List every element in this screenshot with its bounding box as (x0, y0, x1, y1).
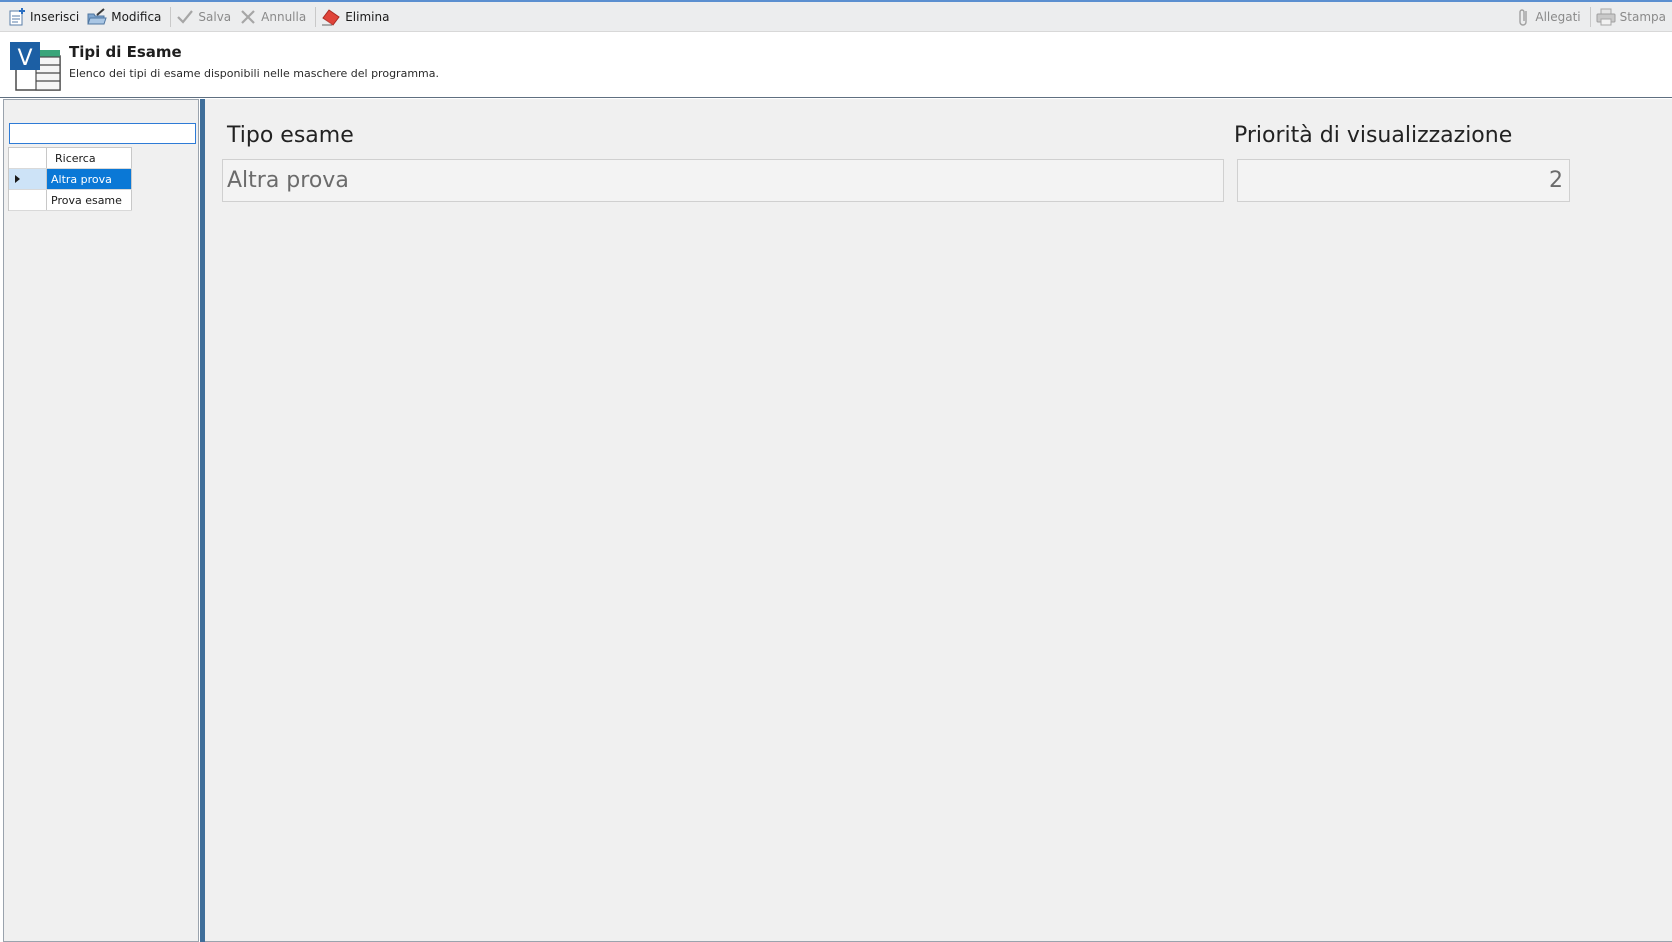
exam-types-logo-icon: V (10, 42, 61, 91)
priority-label: Priorità di visualizzazione (1234, 123, 1513, 148)
attachments-button[interactable]: Allegati (1515, 3, 1586, 31)
eraser-icon (322, 8, 340, 26)
delete-button[interactable]: Elimina (319, 3, 395, 31)
priority-value: 2 (1549, 168, 1563, 193)
print-label: Stampa (1619, 10, 1666, 24)
toolbar-right-group: Allegati Stampa (1515, 2, 1672, 32)
insert-icon (9, 7, 25, 25)
table-cell[interactable]: Altra prova (47, 169, 132, 189)
edit-folder-icon (87, 7, 107, 24)
row-indicator-icon (15, 175, 20, 183)
attachments-label: Allegati (1535, 10, 1581, 24)
page-header: V Tipi di Esame Elenco dei tipi di esame… (0, 32, 1672, 98)
page-subtitle: Elenco dei tipi di esame disponibili nel… (69, 67, 439, 80)
check-icon (177, 9, 194, 24)
table-row[interactable]: Prova esame (9, 190, 132, 211)
left-panel: Ricerca Altra prova Prova esame (3, 99, 199, 942)
search-input[interactable] (9, 123, 196, 144)
toolbar-separator (170, 6, 172, 27)
toolbar: Inserisci Modifica Salva Annulla Elimina… (0, 2, 1672, 32)
detail-form: Tipo esame Altra prova Priorità di visua… (205, 99, 1672, 942)
priority-field[interactable]: 2 (1237, 159, 1570, 202)
edit-label: Modifica (111, 9, 162, 24)
records-grid: Ricerca Altra prova Prova esame (8, 147, 132, 211)
edit-button[interactable]: Modifica (85, 3, 167, 31)
app-window: Inserisci Modifica Salva Annulla Elimina… (0, 0, 1672, 942)
toolbar-separator (1589, 7, 1591, 27)
print-button[interactable]: Stampa (1594, 3, 1672, 31)
insert-label: Inserisci (30, 9, 80, 24)
row-selector[interactable] (9, 190, 47, 210)
table-row[interactable]: Altra prova (9, 169, 132, 190)
paperclip-icon (1519, 9, 1528, 26)
save-button[interactable]: Salva (174, 3, 237, 31)
table-cell[interactable]: Prova esame (47, 190, 132, 210)
toolbar-separator (315, 6, 317, 27)
logo-letter: V (17, 46, 32, 71)
delete-label: Elimina (345, 9, 390, 24)
printer-icon (1596, 8, 1616, 26)
cancel-label: Annulla (261, 9, 307, 24)
cancel-button[interactable]: Annulla (237, 3, 312, 31)
insert-button[interactable]: Inserisci (6, 3, 85, 31)
grid-column-header[interactable]: Ricerca (47, 148, 132, 168)
exam-type-label: Tipo esame (227, 123, 354, 148)
x-icon (241, 9, 255, 24)
page-title: Tipi di Esame (69, 43, 182, 61)
grid-header-selector (9, 148, 47, 168)
exam-type-value: Altra prova (227, 168, 349, 193)
exam-type-field[interactable]: Altra prova (222, 159, 1224, 202)
save-label: Salva (198, 9, 232, 24)
grid-header-row: Ricerca (9, 148, 132, 169)
row-selector[interactable] (9, 169, 47, 189)
